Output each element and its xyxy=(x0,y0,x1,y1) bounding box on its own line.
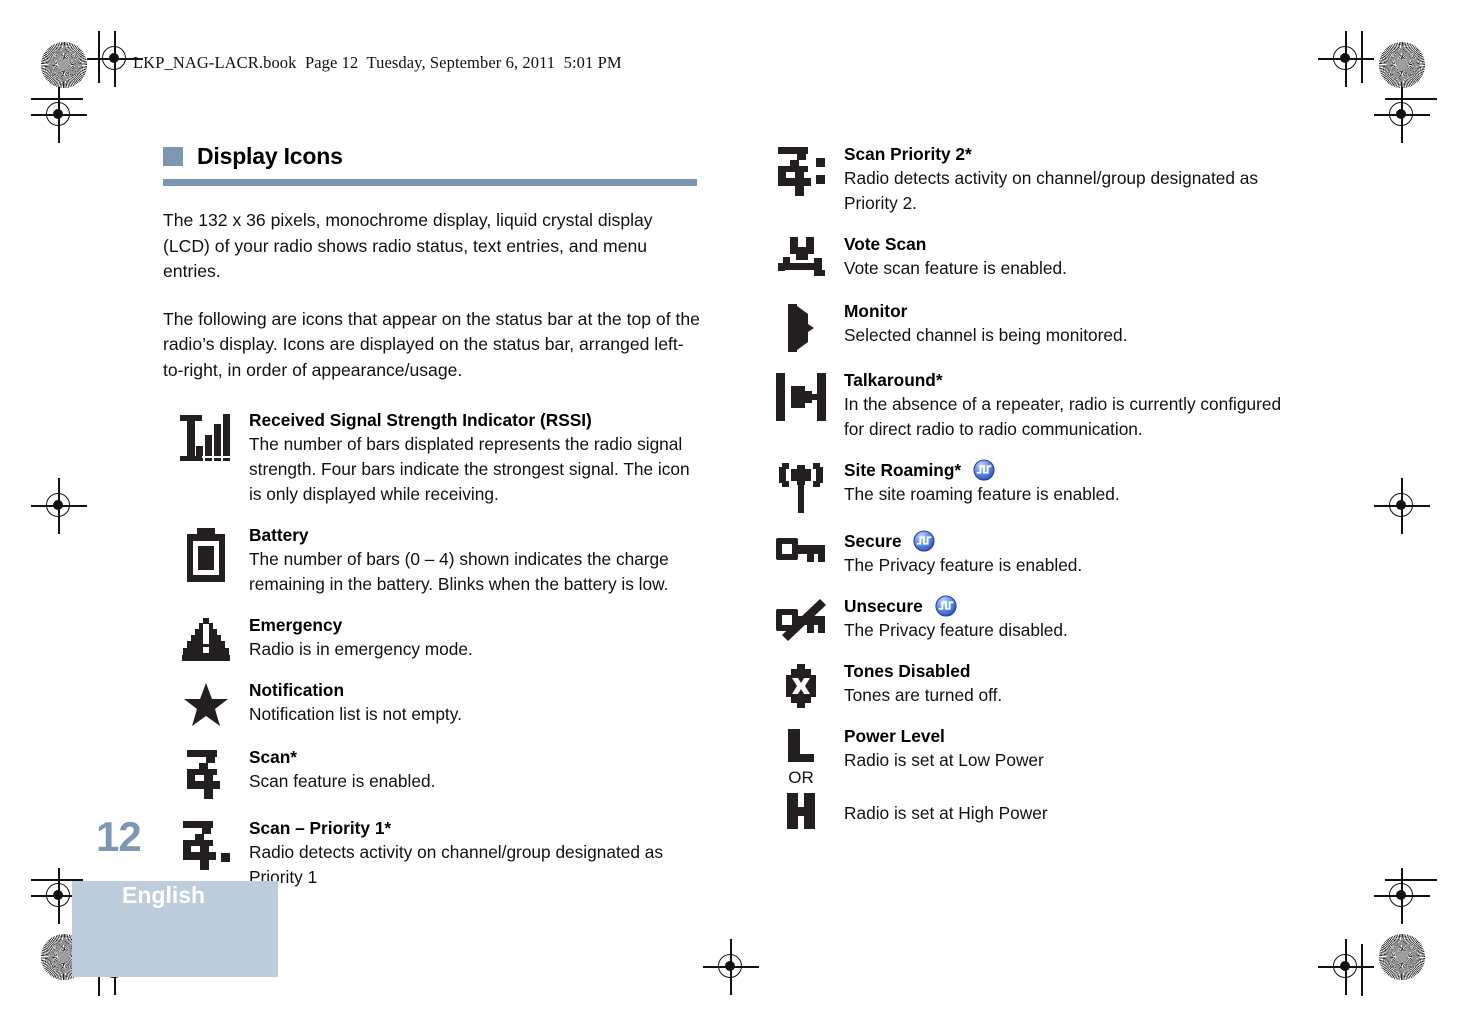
item-body: The Privacy feature disabled. xyxy=(844,620,1068,640)
power-high-h-icon xyxy=(787,793,815,829)
item-body: Vote scan feature is enabled. xyxy=(844,258,1067,278)
item-body: Scan feature is enabled. xyxy=(249,771,436,791)
item-body-low: Radio is set at Low Power xyxy=(844,750,1044,770)
list-item: Unsecure The Privacy feature disabled. xyxy=(758,595,1298,643)
item-heading: Secure xyxy=(844,530,1298,552)
scan-icon xyxy=(163,746,249,800)
list-item: Emergency Radio is in emergency mode. xyxy=(163,614,703,662)
page-title: Display Icons xyxy=(197,143,343,169)
digital-mode-badge-icon xyxy=(913,530,936,552)
item-body: Radio is in emergency mode. xyxy=(249,639,473,659)
list-item: Received Signal Strength Indicator (RSSI… xyxy=(163,409,703,507)
item-heading: Received Signal Strength Indicator (RSSI… xyxy=(249,410,592,430)
power-level-or-label: OR xyxy=(788,768,814,787)
item-heading: Scan* xyxy=(249,747,298,767)
battery-icon xyxy=(163,524,249,582)
digital-mode-badge-icon xyxy=(973,459,995,481)
list-item: Notification Notification list is not em… xyxy=(163,679,703,729)
secure-key-icon xyxy=(758,530,844,566)
item-body: The Privacy feature is enabled. xyxy=(844,555,1083,575)
file-header-line: LKP_NAG-LACR.book Page 12 Tuesday, Septe… xyxy=(133,53,622,72)
list-item: Scan Priority 2* Radio detects activity … xyxy=(758,143,1298,216)
item-heading: Emergency xyxy=(249,615,343,635)
section-rule xyxy=(163,179,697,186)
list-item: Scan – Priority 1* Radio detects activit… xyxy=(163,817,703,890)
digital-mode-badge-icon xyxy=(935,595,957,617)
item-heading: Scan – Priority 1* xyxy=(249,818,392,838)
item-heading: Notification xyxy=(249,680,345,700)
list-item: Talkaround* In the absence of a repeater… xyxy=(758,369,1298,442)
item-body: Tones are turned off. xyxy=(844,685,1003,705)
list-item: Battery The number of bars (0 – 4) shown… xyxy=(163,524,703,597)
item-heading: Tones Disabled xyxy=(844,661,971,681)
left-icon-list: Received Signal Strength Indicator (RSSI… xyxy=(163,409,703,890)
item-heading: Unsecure xyxy=(844,595,1298,617)
right-icon-list: Scan Priority 2* Radio detects activity … xyxy=(758,143,1298,833)
talkaround-icon xyxy=(758,369,844,421)
language-label: English xyxy=(122,882,206,908)
document-page: LKP_NAG-LACR.book Page 12 Tuesday, Septe… xyxy=(0,0,1462,1013)
section-bullet-icon xyxy=(163,147,183,166)
scan-priority-1-icon xyxy=(163,817,249,871)
emergency-warning-triangle-icon xyxy=(163,614,249,662)
item-heading: Monitor xyxy=(844,301,908,321)
item-heading-text: Unsecure xyxy=(844,596,923,616)
item-heading: Vote Scan xyxy=(844,234,927,254)
item-heading: Power Level xyxy=(844,726,945,746)
list-item: Secure The Privacy feature is enabled. xyxy=(758,530,1298,578)
item-heading: Site Roaming* xyxy=(844,459,1298,481)
page-number: 12 xyxy=(96,813,142,860)
item-body: Notification list is not empty. xyxy=(249,704,462,724)
site-roaming-antenna-icon xyxy=(758,459,844,513)
item-body: Radio detects activity on channel/group … xyxy=(249,842,664,887)
item-heading-text: Site Roaming* xyxy=(844,460,962,480)
item-body: The number of bars (0 – 4) shown indicat… xyxy=(249,549,669,594)
item-body: The number of bars displated represents … xyxy=(249,434,690,504)
item-body: Selected channel is being monitored. xyxy=(844,325,1128,345)
power-level-glyph-stack: OR xyxy=(758,725,844,833)
list-item: Scan* Scan feature is enabled. xyxy=(163,746,703,800)
notification-star-icon xyxy=(163,679,249,729)
tones-disabled-bell-icon xyxy=(758,660,844,708)
list-item: Tones Disabled Tones are turned off. xyxy=(758,660,1298,708)
left-column: Display Icons The 132 x 36 pixels, monoc… xyxy=(163,143,703,907)
item-body: The site roaming feature is enabled. xyxy=(844,484,1120,504)
vote-scan-icon xyxy=(758,233,844,283)
item-body-high: Radio is set at High Power xyxy=(844,803,1048,823)
item-heading: Talkaround* xyxy=(844,370,943,390)
monitor-icon xyxy=(758,300,844,352)
power-low-l-icon xyxy=(788,729,814,762)
right-column: Scan Priority 2* Radio detects activity … xyxy=(758,143,1298,850)
item-body: Radio detects activity on channel/group … xyxy=(844,168,1259,213)
list-item-power-level: OR Power Level Radio is set at Low Power… xyxy=(758,725,1298,833)
intro-paragraph-1: The 132 x 36 pixels, monochrome display,… xyxy=(163,210,653,281)
list-item: Site Roaming* The site roaming feature i… xyxy=(758,459,1298,513)
intro-paragraph-2: The following are icons that appear on t… xyxy=(163,308,700,380)
item-heading: Scan Priority 2* xyxy=(844,144,972,164)
scan-priority-2-icon xyxy=(758,143,844,197)
section-heading: Display Icons xyxy=(163,143,703,170)
list-item: Monitor Selected channel is being monito… xyxy=(758,300,1298,352)
list-item: Vote Scan Vote scan feature is enabled. xyxy=(758,233,1298,283)
item-body: In the absence of a repeater, radio is c… xyxy=(844,394,1282,439)
item-heading-text: Secure xyxy=(844,531,902,551)
item-heading: Battery xyxy=(249,525,309,545)
unsecure-key-slash-icon xyxy=(758,595,844,641)
rssi-signal-bars-icon xyxy=(163,409,249,463)
